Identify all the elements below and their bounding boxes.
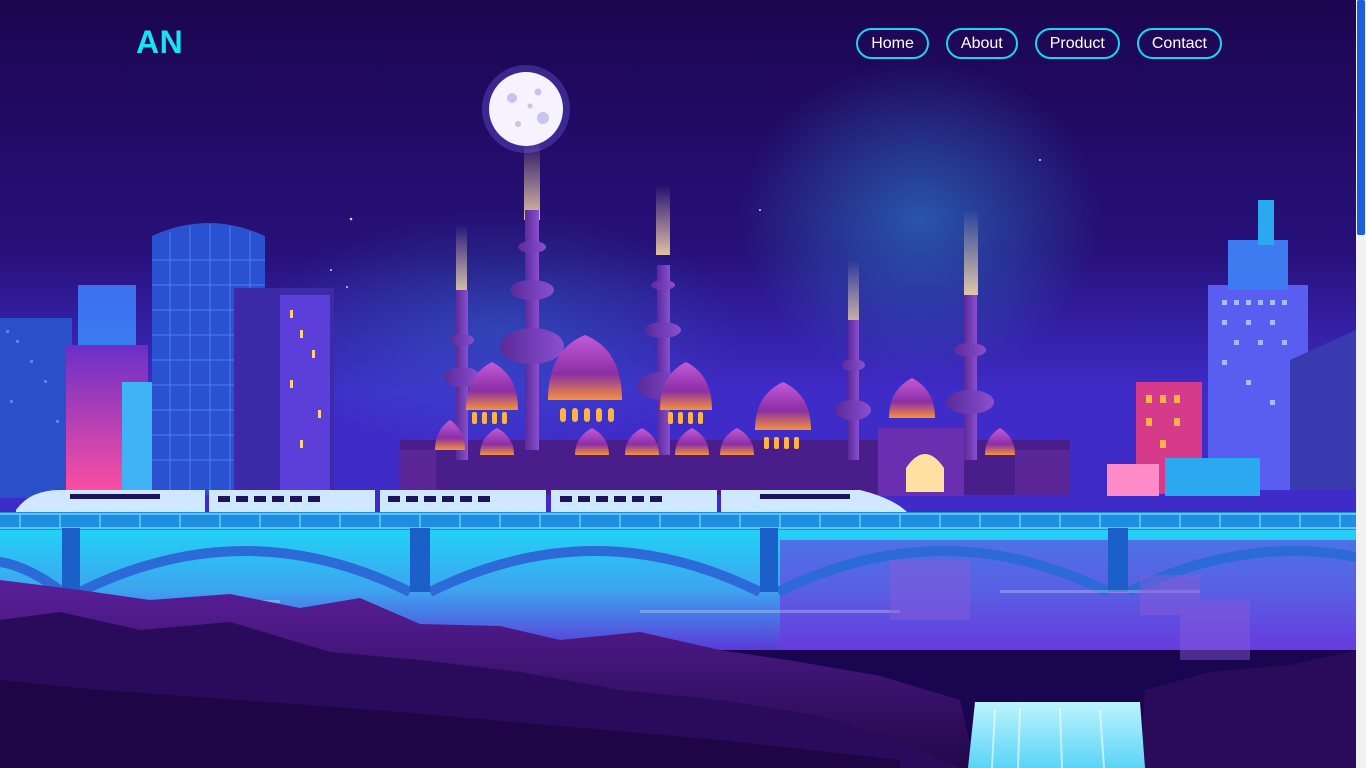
site-header: AN Home About Product Contact	[0, 0, 1356, 86]
scrollbar-thumb[interactable]	[1357, 0, 1365, 235]
nav-about-button[interactable]: About	[945, 28, 1018, 59]
nav-home-button[interactable]: Home	[856, 28, 929, 59]
nav-product-button[interactable]: Product	[1034, 28, 1120, 59]
main-nav: Home About Product Contact	[856, 28, 1222, 59]
logo[interactable]: AN	[136, 24, 183, 61]
night-city-illustration	[0, 0, 1366, 768]
vertical-scrollbar[interactable]	[1356, 0, 1366, 768]
nav-contact-button[interactable]: Contact	[1136, 28, 1222, 59]
page: AN Home About Product Contact	[0, 0, 1366, 768]
